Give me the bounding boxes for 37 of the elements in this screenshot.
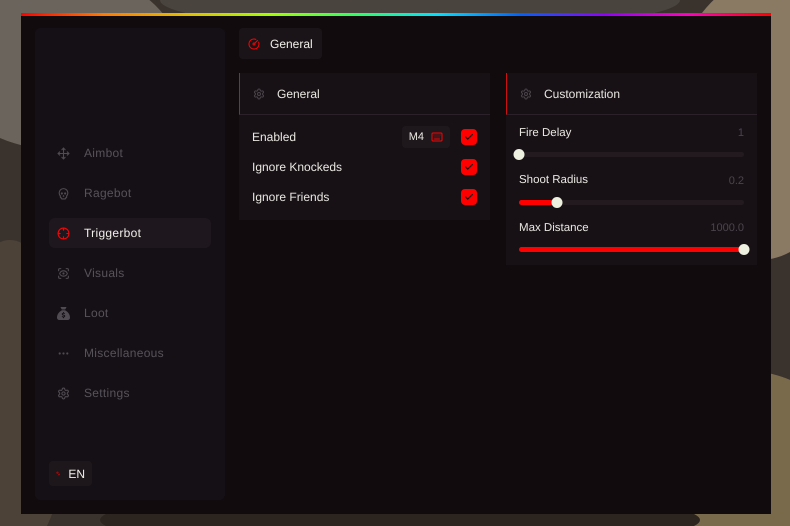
sidebar-icon bbox=[57, 226, 70, 240]
sidebar-item[interactable]: Miscellaneous bbox=[49, 338, 211, 368]
sidebar-item[interactable]: Ragebot bbox=[49, 178, 211, 208]
sidebar-icon bbox=[57, 146, 70, 160]
slider-label: Shoot Radius bbox=[519, 173, 590, 188]
panel-title: General bbox=[277, 86, 320, 102]
check-icon bbox=[464, 162, 474, 172]
option-label: Enabled bbox=[252, 129, 298, 146]
check-icon bbox=[464, 132, 474, 142]
option-label: Ignore Friends bbox=[252, 189, 330, 206]
tab-icon bbox=[248, 38, 260, 50]
panel-title: Customization bbox=[544, 86, 620, 102]
slider-thumb[interactable] bbox=[738, 244, 750, 255]
sidebar-item[interactable]: Loot bbox=[49, 298, 211, 328]
option-label: Ignore Knockeds bbox=[252, 159, 344, 176]
sidebar-item[interactable]: Settings bbox=[49, 378, 211, 408]
tab[interactable]: General bbox=[239, 28, 322, 59]
sidebar-icon bbox=[57, 266, 70, 280]
checkbox[interactable] bbox=[461, 189, 477, 205]
slider-thumb[interactable] bbox=[514, 149, 524, 160]
sidebar-item[interactable]: Visuals bbox=[49, 258, 211, 288]
panel-icon bbox=[253, 88, 265, 100]
sidebar-item[interactable]: Aimbot bbox=[49, 138, 211, 168]
check-icon bbox=[464, 192, 474, 202]
sidebar-icon bbox=[57, 306, 70, 320]
keyboard-icon bbox=[431, 131, 443, 143]
sidebar-item[interactable]: Triggerbot bbox=[49, 218, 211, 248]
sidebar-icon bbox=[57, 386, 70, 400]
checkbox[interactable] bbox=[461, 129, 477, 145]
panel-icon bbox=[520, 88, 532, 100]
slider-thumb[interactable] bbox=[552, 196, 563, 208]
slider-label: Fire Delay bbox=[519, 126, 572, 141]
language-button[interactable]: EN bbox=[49, 461, 92, 486]
slider-label: Max Distance bbox=[519, 220, 590, 236]
sidebar-icon bbox=[57, 186, 70, 200]
checkbox[interactable] bbox=[461, 159, 477, 175]
keybind-button[interactable]: M4 bbox=[402, 126, 450, 148]
